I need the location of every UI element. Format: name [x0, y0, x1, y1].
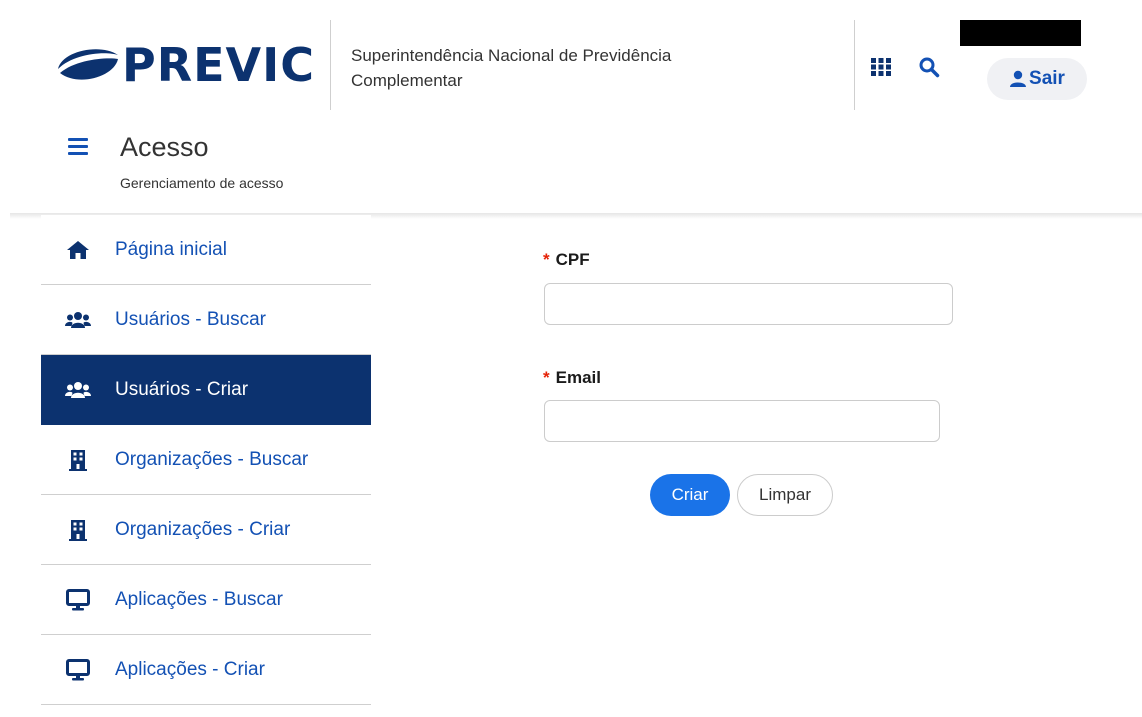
- previc-logo[interactable]: PREVIC: [56, 42, 315, 88]
- logout-label: Sair: [1029, 68, 1065, 89]
- required-marker: *: [543, 250, 550, 269]
- sidebar-item-usuarios-buscar[interactable]: Usuários - Buscar: [41, 285, 371, 355]
- sidebar-item-organizacoes-criar[interactable]: Organizações - Criar: [41, 495, 371, 565]
- org-name-line-2: Complementar: [351, 71, 463, 90]
- sidebar-item-label: Aplicações - Buscar: [115, 588, 283, 610]
- cpf-label-text: CPF: [555, 250, 590, 269]
- users-icon: [65, 379, 91, 401]
- clear-button[interactable]: Limpar: [737, 474, 833, 516]
- logout-button[interactable]: Sair: [987, 58, 1087, 100]
- building-icon: [65, 449, 91, 471]
- sidebar-item-aplicacoes-criar[interactable]: Aplicações - Criar: [41, 635, 371, 705]
- cpf-label: * CPF: [543, 250, 590, 270]
- hamburger-icon-bar: [68, 145, 88, 148]
- sidebar-item-label: Usuários - Buscar: [115, 308, 266, 330]
- organization-name: Superintendência Nacional de Previdência…: [351, 43, 751, 93]
- menu-toggle-button[interactable]: [68, 138, 88, 156]
- header-divider-right: [854, 20, 855, 110]
- search-icon: [919, 57, 940, 78]
- monitor-icon: [65, 658, 91, 681]
- sidebar-item-pagina-inicial[interactable]: Página inicial: [41, 215, 371, 285]
- sidebar-item-label: Organizações - Buscar: [115, 448, 309, 470]
- sidebar-item-usuarios-criar[interactable]: Usuários - Criar: [41, 355, 371, 425]
- create-button[interactable]: Criar: [650, 474, 730, 516]
- sidebar-item-label: Usuários - Criar: [115, 378, 249, 400]
- search-button[interactable]: [918, 56, 940, 78]
- sidebar-item-label: Aplicações - Criar: [115, 658, 265, 680]
- home-icon: [65, 239, 91, 261]
- sidebar-menu: Página inicial Usuários - Buscar Usuário…: [41, 215, 371, 705]
- email-input[interactable]: [544, 400, 940, 442]
- page-subtitle: Gerenciamento de acesso: [120, 175, 284, 191]
- monitor-icon: [65, 588, 91, 611]
- users-icon: [65, 309, 91, 331]
- building-icon: [65, 519, 91, 541]
- redacted-user-name: [960, 20, 1081, 46]
- sidebar-item-organizacoes-buscar[interactable]: Organizações - Buscar: [41, 425, 371, 495]
- cpf-input[interactable]: [544, 283, 953, 325]
- logo-text: PREVIC: [122, 38, 316, 92]
- page-title: Acesso: [120, 132, 209, 162]
- sidebar-item-label: Organizações - Criar: [115, 518, 291, 540]
- previc-logo-icon: [58, 49, 118, 80]
- sidebar-item-label: Página inicial: [115, 238, 227, 260]
- hamburger-icon-bar: [68, 138, 88, 141]
- hamburger-icon-bar: [68, 152, 88, 155]
- sidebar-item-aplicacoes-buscar[interactable]: Aplicações - Buscar: [41, 565, 371, 635]
- header-divider: [330, 20, 331, 110]
- user-icon: [1010, 70, 1027, 87]
- email-label: * Email: [543, 368, 601, 388]
- grid-icon: [871, 58, 891, 76]
- email-label-text: Email: [555, 368, 601, 387]
- required-marker: *: [543, 368, 550, 387]
- org-name-line-1: Superintendência Nacional de Previdência: [351, 46, 672, 65]
- apps-grid-button[interactable]: [870, 56, 892, 78]
